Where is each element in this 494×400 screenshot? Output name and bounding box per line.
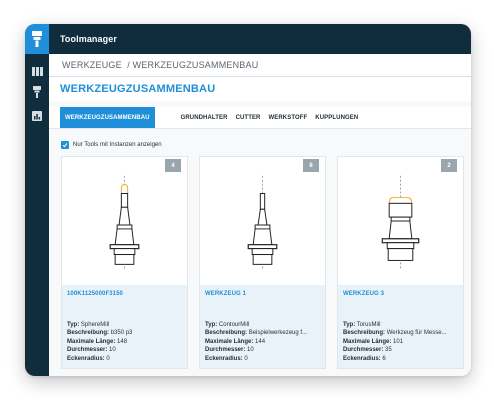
sphere-mill-icon [109,175,140,269]
prop-diameter: Durchmesser: 10 [67,347,116,354]
tool-properties: Typ: TorusMill Beschreibung: Werkzeug fü… [343,321,459,363]
instance-count-badge: 2 [441,159,457,172]
tool-card[interactable]: 8 WERKZEUG 1 Typ: ContourMill Beschreibu… [199,156,326,369]
tab-kupplungen[interactable]: KUPPLUNGEN [311,107,362,128]
page-title: WERKZEUGZUSAMMENBAU [60,83,216,95]
tool-card[interactable]: 2 WERKZEUG 3 Typ: TorusMill Beschreibung… [337,156,464,369]
prop-corner-radius: Eckenradius: 6 [343,355,386,362]
contour-mill-icon [247,175,278,269]
chart-icon[interactable] [25,107,49,125]
tool-name: WERKZEUG 1 [205,291,247,297]
tool-name: 100K1125000F3150 [67,291,123,297]
prop-type: Typ: TorusMill [343,322,381,328]
tool-properties: Typ: SphereMill Beschreibung: b350 p3 Ma… [67,321,183,363]
tool-icon[interactable] [25,83,49,101]
prop-corner-radius: Eckenradius: 0 [67,355,110,362]
instance-filter-checkbox[interactable] [61,141,69,149]
library-icon[interactable] [25,62,49,80]
page-title-bar: WERKZEUGZUSAMMENBAU [49,77,471,101]
app-title: Toolmanager [60,34,117,44]
instance-filter-label[interactable]: Nur Tools mit Instanzen anzeigen [73,142,162,148]
tool-logo-icon[interactable] [25,24,49,54]
tab-grundhalter[interactable]: GRUNDHALTER [177,107,232,128]
prop-max-length: Maximale Länge: 148 [67,338,128,345]
app-window: Toolmanager WERKZEUGE / WERKZEUGZUSAMMEN… [25,24,471,376]
prop-max-length: Maximale Länge: 144 [205,338,266,345]
prop-max-length: Maximale Länge: 101 [343,338,404,345]
instance-filter: Nur Tools mit Instanzen anzeigen [61,140,162,150]
tab-bar: WERKZEUGZUSAMMENBAU GRUNDHALTER CUTTER W… [49,107,471,129]
check-icon [62,143,68,148]
prop-corner-radius: Eckenradius: 0 [205,355,248,362]
prop-diameter: Durchmesser: 10 [205,347,254,354]
torus-mill-icon [381,175,420,269]
sidebar [25,24,49,376]
tab-cutter[interactable]: CUTTER [232,107,265,128]
top-bar: Toolmanager [49,24,471,54]
prop-description: Beschreibung: Werkzeug für Messe... [343,330,447,337]
card-info: WERKZEUG 3 Typ: TorusMill Beschreibung: … [338,285,463,368]
prop-description: Beschreibung: Beispielwerkezeug f... [205,330,308,337]
prop-description: Beschreibung: b350 p3 [67,330,133,337]
tool-card[interactable]: 4 100K1125000F3150 Typ: SphereMill Besch… [61,156,188,369]
instance-count-badge: 4 [165,159,181,172]
tool-properties: Typ: ContourMill Beschreibung: Beispielw… [205,321,321,363]
prop-type: Typ: ContourMill [205,322,250,328]
instance-count-badge: 8 [303,159,319,172]
breadcrumb: WERKZEUGE / WERKZEUGZUSAMMENBAU [49,54,471,77]
tool-name: WERKZEUG 3 [343,291,385,297]
card-info: 100K1125000F3150 Typ: SphereMill Beschre… [62,285,187,368]
tab-werkstoff[interactable]: WERKSTOFF [265,107,312,128]
prop-diameter: Durchmesser: 35 [343,347,392,354]
main-content: WERKZEUGE / WERKZEUGZUSAMMENBAU WERKZEUG… [49,54,471,376]
card-info: WERKZEUG 1 Typ: ContourMill Beschreibung… [200,285,325,368]
breadcrumb-text[interactable]: WERKZEUGE / WERKZEUGZUSAMMENBAU [62,60,258,70]
prop-type: Typ: SphereMill [67,322,110,328]
tab-werkzeugzusammenbau[interactable]: WERKZEUGZUSAMMENBAU [60,107,155,128]
